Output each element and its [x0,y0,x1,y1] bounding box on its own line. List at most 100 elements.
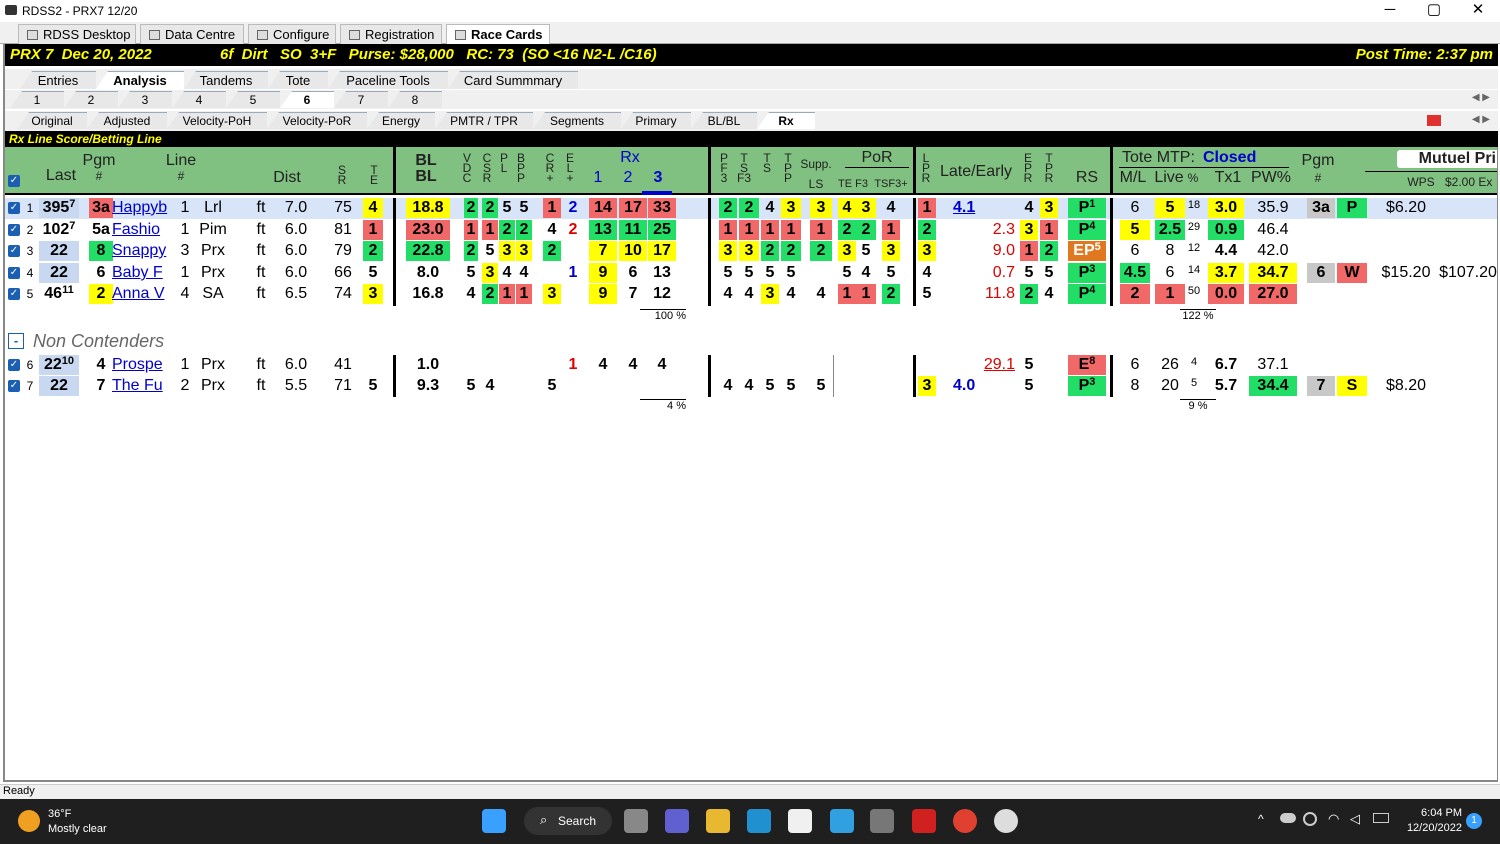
view-tab-pmtr[interactable]: PMTR / TPR [435,112,533,129]
card-icon [455,30,466,40]
tab-data-centre[interactable]: Data Centre [140,24,244,44]
task-view-icon[interactable] [624,809,648,833]
race-tab-5[interactable]: 5 [226,91,280,108]
search-box[interactable]: ⌕ Search [524,807,612,835]
race-tab-6[interactable]: 6 [280,91,334,108]
cell-el [565,241,581,261]
rdss-app-icon[interactable] [870,809,894,833]
view-tab-original[interactable]: Original [17,112,87,129]
view-tab-energy[interactable]: Energy [367,112,435,129]
row-checkbox[interactable]: ✓ [8,359,20,371]
race-tab-1[interactable]: 1 [10,91,64,108]
row-the-fu[interactable]: ✓ 7 22 7 The Fu 2 Prx ft 5.5 71 5 9.3 5 4 5 4 4 5 5 5 3 4.0 5 P… [5,376,1498,397]
onedrive-icon[interactable] [1280,813,1296,823]
cell-name[interactable]: Fashio [112,220,174,240]
cell-name[interactable]: Snappy [112,241,174,261]
chat-icon[interactable] [665,809,689,833]
volume-icon[interactable]: ◁ [1350,811,1360,827]
export-icon[interactable] [1427,115,1441,126]
post-time: Post Time: 2:37 pm [1355,46,1493,63]
tab-entries[interactable]: Entries [20,71,96,89]
row-checkbox[interactable]: ✓ [8,380,20,392]
close-button[interactable]: ✕ [1456,0,1500,22]
tab-configure[interactable]: Configure [248,24,336,44]
wifi-icon[interactable]: ◠ [1328,811,1339,827]
tab-tandems[interactable]: Tandems [184,71,268,89]
cell-name[interactable]: Anna V [112,284,174,304]
row-snappy[interactable]: ✓ 3 22 8 Snappy 3 Prx ft 6.0 79 2 22.8 2 5 3 3 2 7 10 17 3 3 2… [5,241,1498,262]
cell-cr [543,263,561,283]
tab-registration[interactable]: Registration [340,24,442,44]
row-fashio[interactable]: ✓ 2 1027 5a Fashio 1 Pim ft 6.0 81 1 23.0 1 1 2 2 4 2 13 11… [5,220,1498,241]
cell-te3 [838,376,856,396]
openai-icon[interactable] [994,809,1018,833]
weather-icon[interactable] [18,810,40,832]
row-checkbox[interactable]: ✓ [8,288,20,300]
maximize-button[interactable]: ▢ [1412,0,1456,22]
cell-pgm: 3a [89,198,113,218]
view-tab-rx[interactable]: Rx [757,112,815,129]
tab-analysis[interactable]: Analysis [96,71,184,89]
sync-icon[interactable] [1303,812,1317,826]
tab-race-cards[interactable]: Race Cards [446,24,550,45]
cell-sr: 74 [334,285,352,302]
cell-pgm: 6 [96,264,106,281]
minimize-button[interactable]: ─ [1368,0,1412,22]
edge-icon[interactable] [747,809,771,833]
row-prospe[interactable]: ✓ 6 2210 4 Prospe 1 Prx ft 6.0 41 1.0 1 4 4 4 29.1 5 E8 6 2… [5,355,1498,376]
cell-name[interactable]: The Fu [112,376,174,396]
start-icon[interactable] [482,809,506,833]
cell-te [363,355,383,375]
tray-chevron-icon[interactable]: ^ [1258,812,1264,826]
view-tab-segments[interactable]: Segments [533,112,621,129]
notification-badge[interactable]: 1 [1466,813,1482,829]
row-anna-v[interactable]: ✓ 5 4611 2 Anna V 4 SA ft 6.5 74 3 16.8 4 2 1 1 3 9 7 12 4 4 3… [5,284,1498,305]
select-all-checkbox[interactable]: ✓ [8,175,20,187]
cell-pf: 5 [723,264,733,281]
tab-tote[interactable]: Tote [268,71,328,89]
cell-name[interactable]: Prospe [112,355,174,375]
store-icon[interactable] [788,809,812,833]
row-happyb[interactable]: ✓ 1 3957 3a Happyb 1 Lrl ft 7.0 75 4 18.8 2 2 5 5 1 2 14 17… [5,198,1498,219]
cell-dist: 5.5 [284,377,308,394]
row-baby-f[interactable]: ✓ 4 22 6 Baby F 1 Prx ft 6.0 66 5 8.0 5 3 4 4 1 9 6 13 5 5 5 5 5… [5,263,1498,284]
race-tab-4[interactable]: 4 [172,91,226,108]
view-tab-blbl[interactable]: BL/BL [691,112,757,129]
clock-date[interactable]: 12/20/2022 [1400,822,1462,834]
cell-trk: Prx [201,377,225,394]
race-tab-2[interactable]: 2 [64,91,118,108]
row-checkbox[interactable]: ✓ [8,224,20,236]
race-tab-3[interactable]: 3 [118,91,172,108]
cell-ep: 5 [1024,264,1034,281]
view-tab-primary[interactable]: Primary [621,112,691,129]
battery-icon[interactable] [1373,813,1389,823]
view-tab-velocity-poh[interactable]: Velocity-PoH [167,112,267,129]
view-tab-velocity-por[interactable]: Velocity-PoR [267,112,367,129]
clock-time[interactable]: 6:04 PM [1400,807,1462,819]
row-checkbox[interactable]: ✓ [8,267,20,279]
tab-card-summary[interactable]: Card Summmary [448,71,578,89]
tab-rdss-desktop[interactable]: RDSS Desktop [18,24,136,44]
file-explorer-icon[interactable] [706,809,730,833]
cell-name[interactable]: Baby F [112,263,174,283]
row-checkbox[interactable]: ✓ [8,245,20,257]
race-tab-7[interactable]: 7 [334,91,388,108]
mcafee-icon[interactable] [912,809,936,833]
cell-ep: 5 [1024,356,1034,373]
cell-pw: 46.4 [1257,221,1289,238]
cell-name[interactable]: Happyb [112,198,174,218]
cell-lpr [918,355,936,375]
cell-bl: 22.8 [406,241,450,261]
view-scroll-arrows-icon[interactable]: ◀ ▶ [1472,114,1490,125]
row-checkbox[interactable]: ✓ [8,202,20,214]
view-tab-adjusted[interactable]: Adjusted [87,112,167,129]
cell-ep: 4 [1024,199,1034,216]
cell-ep: 1 [1020,241,1038,261]
help-icon[interactable] [830,809,854,833]
race-tab-8[interactable]: 8 [388,91,442,108]
collapse-button[interactable]: - [8,333,24,349]
chrome-icon[interactable] [953,809,977,833]
tab-paceline-tools[interactable]: Paceline Tools [328,71,448,89]
non-contenders-label: Non Contenders [33,331,165,351]
scroll-arrows-icon[interactable]: ◀ ▶ [1472,92,1490,103]
